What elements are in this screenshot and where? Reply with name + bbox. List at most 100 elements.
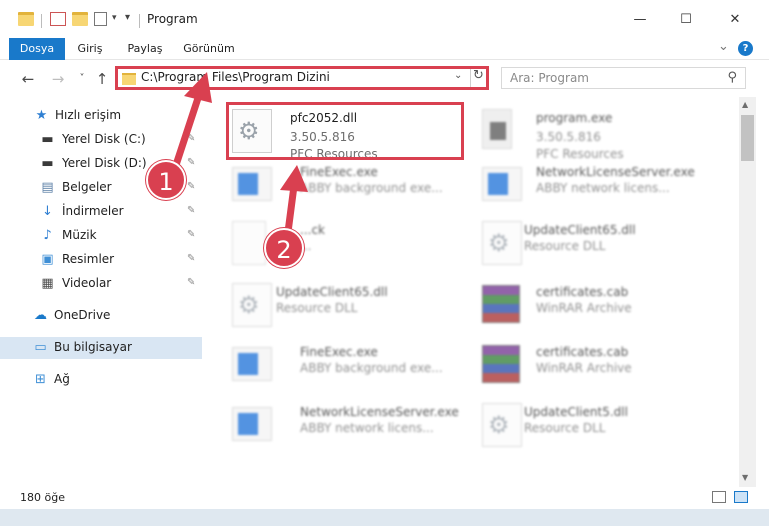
sidebar-item-quick-access[interactable]: ★ Hızlı erişim [0,105,202,127]
chevron-down-icon[interactable]: ▾ [112,13,117,23]
desktop-background [0,509,769,526]
file-name: NetworkLicenseServer.exe [300,405,459,419]
scroll-down-icon[interactable]: ▼ [742,473,748,482]
details-view-icon[interactable] [712,491,726,503]
tab-share[interactable]: Paylaş [124,38,166,60]
search-icon[interactable]: ⚲ [727,70,737,85]
sidebar-item-onedrive[interactable]: ☁ OneDrive [0,305,202,327]
callout-badge-2: 2 [264,228,304,268]
drive-icon: ▬ [41,156,54,171]
up-button[interactable]: ↑ [92,69,112,89]
new-folder-icon[interactable] [72,12,88,26]
file-item-fineexec-exe[interactable]: FineExec.exe ABBY background exe... [228,157,460,217]
file-name: certificates.cab [536,345,629,359]
file-name: program.exe [536,111,613,125]
scroll-up-icon[interactable]: ▲ [742,100,748,109]
file-name: UpdateClient5.dll [524,405,628,419]
divider [470,69,471,87]
scrollbar-thumb[interactable] [741,115,754,161]
exe-file-icon [482,109,512,149]
pin-icon[interactable]: ✎ [187,229,195,240]
file-name: certificates.cab [536,285,629,299]
sidebar-item-label: İndirmeler [62,204,124,218]
pictures-icon: ▣ [41,252,54,267]
address-bar[interactable]: C:\Program Files\Program Dizini ⌄ ↻ [115,66,489,90]
file-item-updateclient5-dll[interactable]: UpdateClient5.dll Resource DLL [478,397,710,457]
file-description: ABBY background exe... [300,361,443,375]
pin-icon[interactable]: ✎ [187,253,195,264]
file-item-program-exe[interactable]: program.exe 3.50.5.816 PFC Resources [478,103,710,163]
folder-icon [18,12,34,26]
music-icon: ♪ [43,228,52,243]
chevron-down-icon[interactable]: ⌄ [454,70,462,81]
sidebar-item-label: Belgeler [62,180,112,194]
maximize-button[interactable]: ☐ [663,0,709,38]
file-description: ABBY network licens... [300,421,434,435]
minimize-button[interactable]: — [617,0,663,38]
target-file-highlight [226,102,464,160]
ribbon-collapse-icon[interactable]: ⌄ [718,39,729,54]
file-name: FineExec.exe [300,345,378,359]
properties-icon[interactable] [50,12,66,26]
recent-locations-button[interactable]: ˅ [72,69,92,89]
file-item-updateclient65-dll[interactable]: UpdateClient65.dll Resource DLL [478,215,710,275]
back-button[interactable]: ← [18,69,38,89]
exe-file-icon [232,407,272,441]
file-description: Resource DLL [276,301,358,315]
pin-icon[interactable]: ✎ [187,133,195,144]
close-button[interactable]: ✕ [712,0,758,38]
file-description: Resource DLL [524,239,606,253]
file-description: WinRAR Archive [536,301,632,315]
pin-icon[interactable]: ✎ [187,181,195,192]
search-input[interactable]: Ara: Program ⚲ [501,67,746,89]
file-item-networklicenseserver-exe[interactable]: NetworkLicenseServer.exe ABBY network li… [478,157,710,217]
file-description: Resource DLL [524,421,606,435]
dll-file-icon [232,283,272,327]
videos-icon: ▦ [41,276,54,291]
sidebar-item-local-disk-c[interactable]: ▬ Yerel Disk (C:) ✎ [0,129,202,151]
item-count: 180 öğe [20,491,65,504]
cloud-icon: ☁ [34,308,47,323]
quick-access-customize-icon[interactable] [94,12,107,26]
tab-view[interactable]: Görünüm [180,38,238,60]
toolbar-dropdown-icon[interactable]: ▾ [125,12,130,23]
sidebar-item-videos[interactable]: ▦ Videolar ✎ [0,273,202,295]
address-path[interactable]: C:\Program Files\Program Dizini [141,70,330,84]
file-description: ABBY background exe... [300,181,443,195]
divider [41,14,42,28]
sidebar-item-label: Müzik [62,228,97,242]
sidebar-item-pictures[interactable]: ▣ Resimler ✎ [0,249,202,271]
help-button[interactable]: ? [738,41,753,56]
file-item-document[interactable]: ...ck ... [228,215,460,275]
title-bar: ▾ ▾ Program — ☐ ✕ [0,0,769,38]
refresh-icon[interactable]: ↻ [473,68,484,83]
network-icon: ⊞ [35,372,46,387]
pin-icon[interactable]: ✎ [187,277,195,288]
file-item-certificates-cab[interactable]: certificates.cab WinRAR Archive [478,277,710,337]
sidebar-item-downloads[interactable]: ↓ İndirmeler ✎ [0,201,202,223]
file-item-certificates-cab[interactable]: certificates.cab WinRAR Archive [478,337,710,397]
file-item-fineexec-exe[interactable]: FineExec.exe ABBY background exe... [228,337,460,397]
pin-icon[interactable]: ✎ [187,205,195,216]
computer-icon: ▭ [34,340,47,355]
sidebar-item-this-pc[interactable]: ▭ Bu bilgisayar [0,337,202,359]
sidebar-item-label: Resimler [62,252,115,266]
sidebar-item-label: Hızlı erişim [55,108,122,122]
file-item-updateclient65-dll[interactable]: UpdateClient65.dll Resource DLL [228,277,460,337]
sidebar-item-label: Videolar [62,276,112,290]
star-icon: ★ [35,108,48,123]
file-name: ...ck [300,223,325,237]
status-bar: 180 öğe [0,487,769,509]
vertical-scrollbar[interactable]: ▲ ▼ [739,97,756,487]
exe-file-icon [482,167,522,201]
file-item-networklicenseserver-exe[interactable]: NetworkLicenseServer.exe ABBY network li… [228,397,460,457]
callout-badge-1: 1 [146,160,186,200]
tab-file[interactable]: Dosya [9,38,65,60]
forward-button[interactable]: → [48,69,68,89]
sidebar-item-network[interactable]: ⊞ Ağ [0,369,202,391]
tab-home[interactable]: Giriş [70,38,110,60]
pin-icon[interactable]: ✎ [187,157,195,168]
sidebar-item-music[interactable]: ♪ Müzik ✎ [0,225,202,247]
large-icons-view-icon[interactable] [734,491,748,503]
search-placeholder: Ara: Program [510,71,589,85]
